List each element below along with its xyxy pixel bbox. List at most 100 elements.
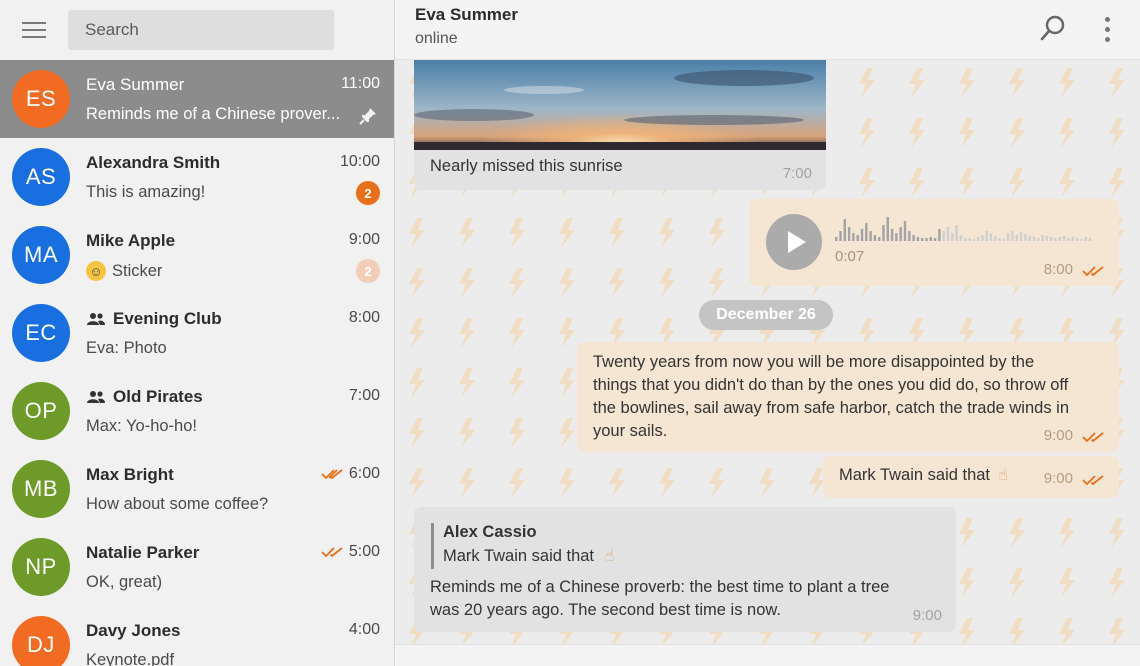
- message-line: Mark Twain said that: [839, 466, 991, 484]
- photo-message[interactable]: Nearly missed this sunrise 7:00: [414, 60, 826, 190]
- search-icon[interactable]: [1036, 12, 1070, 46]
- waveform-bar: [929, 237, 932, 241]
- contact-name[interactable]: Eva Summer: [415, 5, 518, 25]
- message-list[interactable]: Nearly missed this sunrise 7:00 0:07 8:0…: [395, 60, 1140, 644]
- sidebar-top-bar: [0, 0, 394, 60]
- conversation-pane: Eva Summer online Nearly missed this sun…: [395, 0, 1140, 666]
- waveform-bar: [972, 239, 975, 241]
- chat-preview-text: Sticker: [112, 261, 163, 280]
- reply-snippet-text: Mark Twain said that: [443, 547, 595, 565]
- waveform-bar: [835, 237, 838, 241]
- chat-item-evening-club[interactable]: EC Evening Club 8:00 Eva: Photo: [0, 294, 394, 372]
- chat-time: 7:00: [349, 387, 380, 405]
- chat-name-text: Old Pirates: [113, 387, 203, 406]
- reply-author[interactable]: Alex Cassio: [443, 523, 537, 542]
- waveform-bar: [938, 229, 941, 241]
- reply-quote-bar: [431, 523, 434, 569]
- play-icon[interactable]: [766, 214, 822, 270]
- more-vert-icon[interactable]: [1094, 12, 1120, 46]
- chat-preview: This is amazing!: [86, 183, 206, 201]
- date-separator: December 26: [699, 300, 833, 330]
- waveform-bar: [976, 237, 980, 241]
- reply-snippet[interactable]: Mark Twain said that ☝: [443, 546, 615, 566]
- waveform-bar: [1058, 237, 1061, 241]
- chat-time-text: 11:00: [341, 75, 380, 92]
- avatar: DJ: [12, 616, 70, 666]
- compose-bar[interactable]: [395, 644, 1140, 666]
- waveform-bar: [912, 235, 915, 241]
- chat-preview: Max: Yo-ho-ho!: [86, 417, 197, 435]
- waveform-bar: [1075, 238, 1079, 241]
- waveform-bar: [981, 235, 984, 241]
- waveform-bar: [1024, 234, 1027, 241]
- waveform-bar: [964, 238, 967, 241]
- avatar: OP: [12, 382, 70, 440]
- avatar: ES: [12, 70, 70, 128]
- chat-name: Evening Club: [86, 309, 222, 329]
- waveform-bar: [1084, 237, 1087, 241]
- quote-message[interactable]: Twenty years from now you will be more d…: [577, 342, 1119, 452]
- voice-message[interactable]: 0:07 8:00: [749, 199, 1119, 286]
- chat-item-mike-apple[interactable]: MA Mike Apple 9:00 ☺ Sticker 2: [0, 216, 394, 294]
- waveform[interactable]: [835, 213, 1095, 243]
- waveform-bar: [1050, 237, 1053, 241]
- contact-status: online: [415, 30, 458, 47]
- hamburger-menu-icon[interactable]: [14, 10, 54, 50]
- waveform-bar: [847, 227, 851, 241]
- chat-item-alexandra-smith[interactable]: AS Alexandra Smith 10:00 This is amazing…: [0, 138, 394, 216]
- waveform-bar: [1007, 233, 1010, 241]
- waveform-bar: [860, 229, 864, 241]
- waveform-bar: [989, 233, 993, 241]
- waveform-bar: [1080, 239, 1083, 241]
- sunrise-photo[interactable]: [414, 60, 826, 150]
- waveform-bar: [1002, 239, 1006, 241]
- chat-time: 11:00: [341, 75, 380, 93]
- waveform-bar: [852, 233, 855, 241]
- waveform-bar: [1045, 236, 1049, 241]
- double-check-icon: [321, 469, 343, 480]
- group-icon: [87, 313, 105, 325]
- chat-item-eva-summer[interactable]: ES Eva Summer 11:00 Reminds me of a Chin…: [0, 60, 394, 138]
- reply-message[interactable]: Alex Cassio Mark Twain said that ☝ Remin…: [414, 507, 956, 632]
- waveform-bar: [998, 238, 1001, 241]
- waveform-bar: [1088, 238, 1092, 241]
- waveform-bar: [1019, 232, 1023, 241]
- chat-preview: ☺ Sticker: [86, 261, 162, 281]
- chat-time: 5:00: [321, 543, 380, 561]
- voice-duration: 0:07: [835, 248, 865, 265]
- waveform-bar: [1062, 236, 1066, 241]
- text-message[interactable]: Mark Twain said that ☝ 9:00: [823, 456, 1119, 498]
- search-input[interactable]: [68, 10, 334, 50]
- waveform-bar: [869, 231, 872, 241]
- message-line: Twenty years from now you will be more d…: [593, 353, 1035, 371]
- avatar: MB: [12, 460, 70, 518]
- chat-preview: OK, great): [86, 573, 163, 591]
- chat-name: Eva Summer: [86, 75, 184, 95]
- chat-name-text: Evening Club: [113, 309, 222, 328]
- waveform-bar: [865, 223, 868, 241]
- message-text: Mark Twain said that ☝: [839, 464, 1008, 487]
- double-check-icon: [1082, 266, 1104, 277]
- avatar: MA: [12, 226, 70, 284]
- waveform-bar: [882, 225, 885, 241]
- chat-item-davy-jones[interactable]: DJ Davy Jones 4:00 Keynote.pdf: [0, 606, 394, 666]
- unread-badge: 2: [356, 181, 380, 205]
- waveform-bar: [955, 225, 958, 241]
- waveform-bar: [856, 235, 859, 241]
- message-time: 7:00: [782, 165, 812, 182]
- chat-item-natalie-parker[interactable]: NP Natalie Parker 5:00 OK, great): [0, 528, 394, 606]
- double-check-icon: [1082, 475, 1104, 486]
- waveform-bar: [1011, 231, 1014, 241]
- waveform-bar: [873, 235, 877, 241]
- chat-item-old-pirates[interactable]: OP Old Pirates 7:00 Max: Yo-ho-ho!: [0, 372, 394, 450]
- chat-item-max-bright[interactable]: MB Max Bright 6:00 How about some coffee…: [0, 450, 394, 528]
- double-check-icon: [321, 547, 343, 558]
- waveform-bar: [959, 235, 963, 241]
- chat-list-sidebar: ES Eva Summer 11:00 Reminds me of a Chin…: [0, 0, 395, 666]
- chat-name-text: Davy Jones: [86, 621, 181, 640]
- message-time: 9:00: [912, 607, 942, 624]
- avatar: NP: [12, 538, 70, 596]
- chat-name-text: Alexandra Smith: [86, 153, 221, 172]
- waveform-bar: [890, 229, 894, 241]
- chat-name: Mike Apple: [86, 231, 175, 251]
